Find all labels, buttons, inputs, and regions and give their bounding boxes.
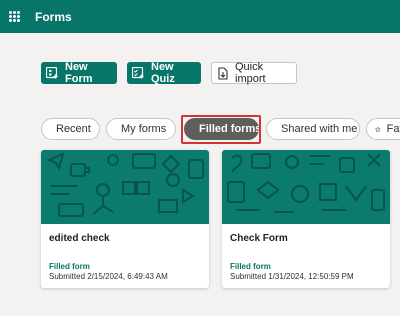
quick-import-label: Quick import bbox=[235, 61, 266, 85]
card-thumbnail bbox=[41, 150, 209, 224]
filter-my-forms[interactable]: My forms bbox=[106, 118, 176, 140]
quick-import-button[interactable]: Quick import bbox=[211, 61, 297, 85]
card-title: edited check bbox=[49, 233, 110, 244]
filter-recent-label: Recent bbox=[56, 123, 91, 135]
card-pattern-icon bbox=[46, 152, 204, 217]
filter-bar: Recent My forms Filled forms Shared with… bbox=[0, 104, 400, 144]
card-pattern-icon bbox=[227, 153, 385, 213]
new-form-label: New Form bbox=[65, 61, 93, 85]
app-header: Forms bbox=[0, 0, 400, 33]
form-card[interactable]: edited check Filled form Submitted 2/15/… bbox=[41, 150, 209, 288]
card-submitted-date: Submitted 2/15/2024, 6:49:43 AM bbox=[49, 272, 168, 281]
card-status: Filled form bbox=[230, 262, 271, 271]
app-title[interactable]: Forms bbox=[35, 10, 72, 24]
new-quiz-label: New Quiz bbox=[151, 61, 175, 85]
card-thumbnail bbox=[222, 150, 390, 224]
new-quiz-icon bbox=[132, 67, 144, 79]
filter-recent[interactable]: Recent bbox=[41, 118, 100, 140]
star-icon bbox=[375, 126, 381, 132]
filter-shared-with-me-label: Shared with me bbox=[281, 123, 358, 135]
filter-shared-with-me[interactable]: Shared with me bbox=[266, 118, 360, 140]
form-card[interactable]: Check Form Filled form Submitted 1/31/20… bbox=[222, 150, 390, 288]
card-title: Check Form bbox=[230, 233, 288, 244]
app-launcher-icon[interactable] bbox=[9, 11, 20, 22]
card-submitted-date: Submitted 1/31/2024, 12:50:59 PM bbox=[230, 272, 354, 281]
new-quiz-button[interactable]: New Quiz bbox=[127, 61, 201, 85]
filter-filled-forms[interactable]: Filled forms bbox=[184, 118, 262, 140]
filter-favorites-label: Fav bbox=[386, 123, 400, 135]
card-status: Filled form bbox=[49, 262, 90, 271]
new-form-button[interactable]: New Form bbox=[41, 61, 117, 85]
filter-filled-forms-label: Filled forms bbox=[199, 123, 262, 135]
filter-favorites[interactable]: Fav bbox=[366, 118, 400, 140]
action-bar: New Form New Quiz Quick import bbox=[0, 33, 400, 104]
quick-import-icon bbox=[218, 66, 228, 80]
new-form-icon bbox=[46, 67, 58, 79]
filter-my-forms-label: My forms bbox=[121, 123, 167, 135]
